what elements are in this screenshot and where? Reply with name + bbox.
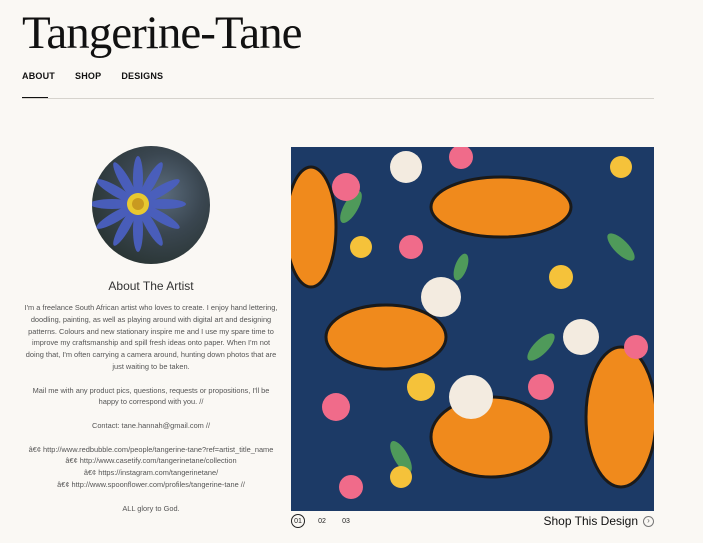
about-paragraph: Mail me with any product pics, questions… [32, 385, 270, 407]
pager-dot-2[interactable]: 02 [315, 514, 329, 528]
closing-line: ALL glory to God. [122, 503, 180, 513]
nav-shop[interactable]: SHOP [75, 71, 101, 81]
pager-dot-3[interactable]: 03 [339, 514, 353, 528]
nav-about[interactable]: ABOUT [22, 71, 55, 81]
about-text: I'm a freelance South African artist who… [22, 302, 280, 526]
chevron-right-icon: › [643, 515, 654, 527]
site-title[interactable]: Tangerine-Tane [22, 4, 303, 62]
about-paragraph: I'm a freelance South African artist who… [24, 303, 278, 371]
about-title: About The Artist [108, 279, 194, 293]
design-image[interactable] [291, 147, 654, 511]
contact-email[interactable]: Contact: tane.hannah@gmail.com // [22, 420, 280, 432]
artist-avatar [92, 146, 210, 264]
shop-this-design-link[interactable]: Shop This Design › [543, 514, 654, 528]
main-nav: ABOUT SHOP DESIGNS [22, 71, 163, 81]
nav-divider [22, 98, 654, 99]
tiger-pattern-art [291, 147, 654, 511]
image-pager: 01 02 03 [291, 514, 353, 528]
pager-dot-1[interactable]: 01 [291, 514, 305, 528]
shop-link-label: Shop This Design [543, 514, 639, 528]
social-links[interactable]: â€¢ http://www.redbubble.com/people/tang… [22, 444, 280, 491]
nav-designs[interactable]: DESIGNS [121, 71, 163, 81]
